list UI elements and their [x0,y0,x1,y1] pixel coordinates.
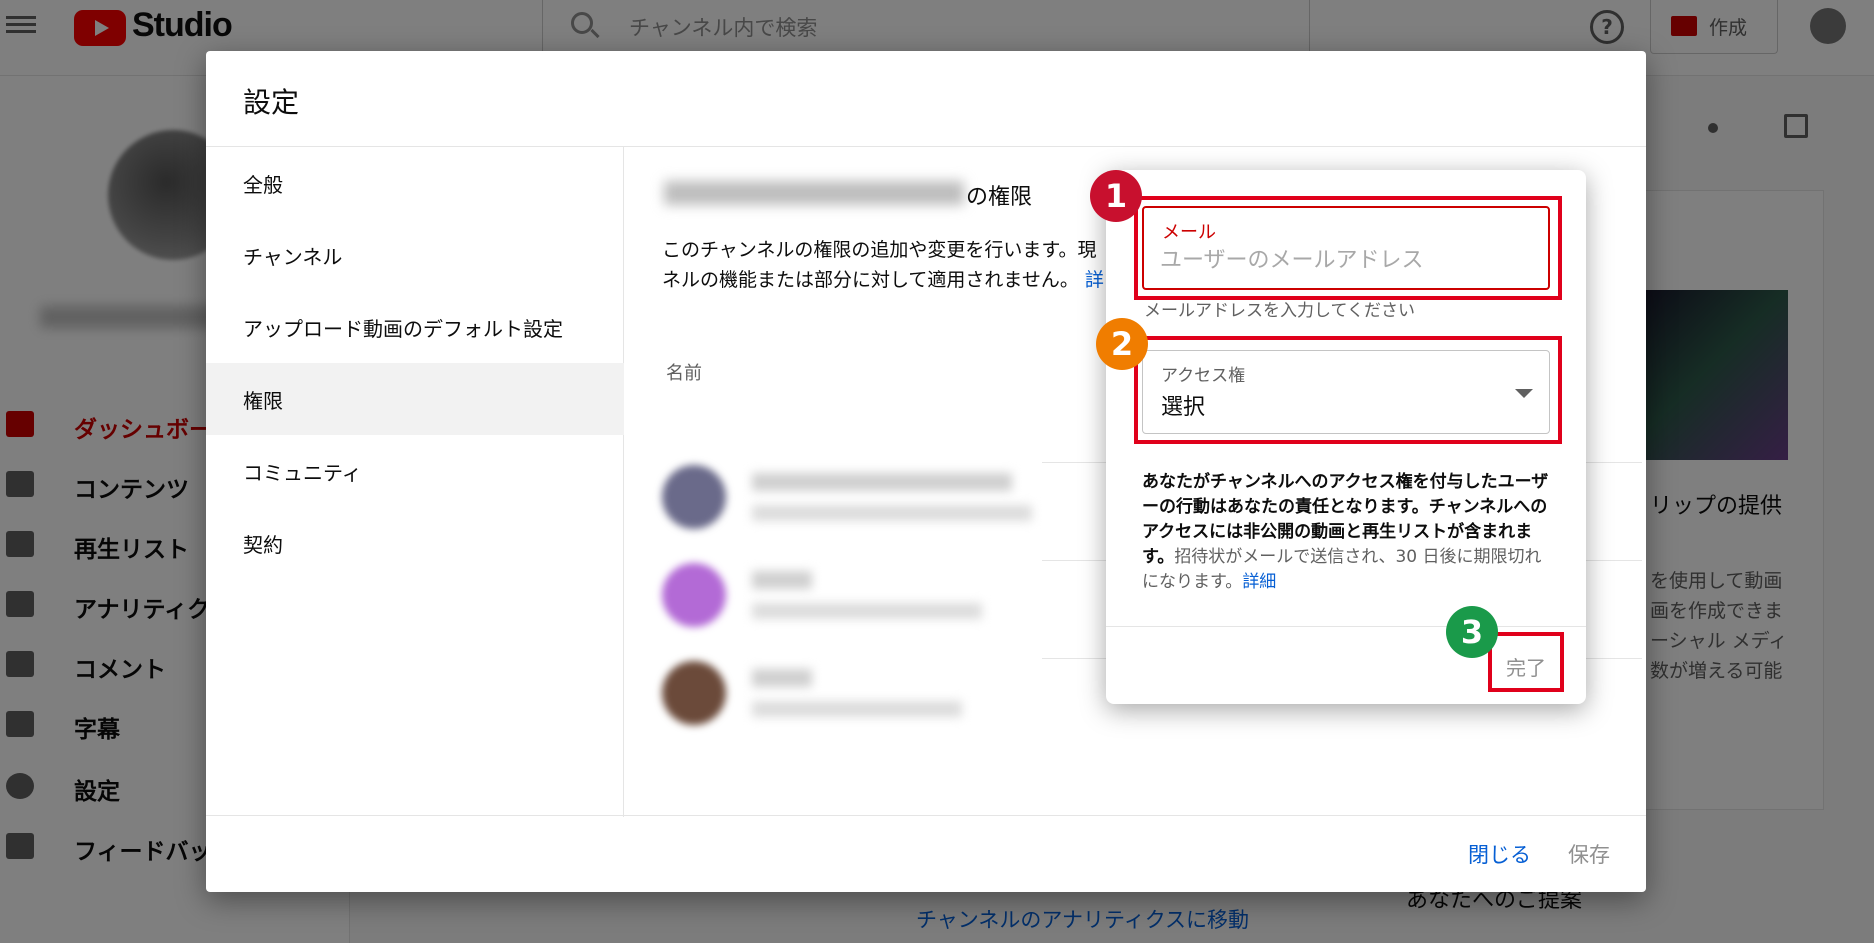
highlight-box-access [1134,336,1562,444]
user-name-blurred [752,473,1012,491]
settings-nav-channel[interactable]: チャンネル [206,219,624,291]
settings-nav-upload-defaults[interactable]: アップロード動画のデフォルト設定 [206,291,624,363]
table-row[interactable] [662,559,1062,629]
permissions-description: このチャンネルの権限の追加や変更を行います。現 ネルの機能または部分に対して適用… [662,235,1132,295]
column-header-name: 名前 [666,363,702,384]
settings-nav-community[interactable]: コミュニティ [206,435,624,507]
divider [1106,626,1586,627]
notice-text: 招待状がメールで送信され、30 日後に期限切れになります。 [1142,547,1542,592]
settings-nav: 全般 チャンネル アップロード動画のデフォルト設定 権限 コミュニティ 契約 [206,147,624,817]
user-email-blurred [752,701,962,717]
settings-nav-permissions[interactable]: 権限 [206,363,624,435]
step-1-badge: 1 [1090,170,1142,222]
step-3-badge: 3 [1446,606,1498,658]
settings-nav-label: 全般 [243,173,283,197]
settings-nav-label: アップロード動画のデフォルト設定 [243,317,563,341]
channel-name-blurred [664,181,964,205]
settings-nav-label: 契約 [243,533,283,557]
details-link[interactable]: 詳細 [1242,572,1276,592]
learn-more-link[interactable]: 詳 [1085,269,1104,291]
permissions-title: の権限 [966,185,1033,210]
settings-nav-label: コミュニティ [243,461,362,485]
table-row[interactable] [662,657,1062,727]
settings-nav-label: チャンネル [243,245,343,269]
description-line: ネルの機能または部分に対して適用されません。 [662,269,1079,291]
user-email-blurred [752,603,982,619]
dialog-title: 設定 [243,86,300,119]
avatar [662,661,726,725]
highlight-box-email [1134,196,1562,300]
description-line: このチャンネルの権限の追加や変更を行います。現 [662,239,1097,261]
step-2-badge: 2 [1096,318,1148,370]
settings-nav-label: 権限 [243,389,283,413]
close-button[interactable]: 閉じる [1468,839,1531,869]
user-name-blurred [752,571,812,589]
highlight-box-done [1488,632,1564,692]
settings-nav-general[interactable]: 全般 [206,147,624,219]
user-name-blurred [752,669,812,687]
avatar [662,563,726,627]
table-row[interactable] [662,461,1062,531]
avatar [662,465,726,529]
settings-nav-agreements[interactable]: 契約 [206,507,624,579]
access-notice: あなたがチャンネルへのアクセス権を付与したユーザーの行動はあなたの責任となります… [1142,470,1552,595]
divider [206,815,1646,816]
save-button[interactable]: 保存 [1568,839,1610,869]
user-email-blurred [752,505,1032,521]
